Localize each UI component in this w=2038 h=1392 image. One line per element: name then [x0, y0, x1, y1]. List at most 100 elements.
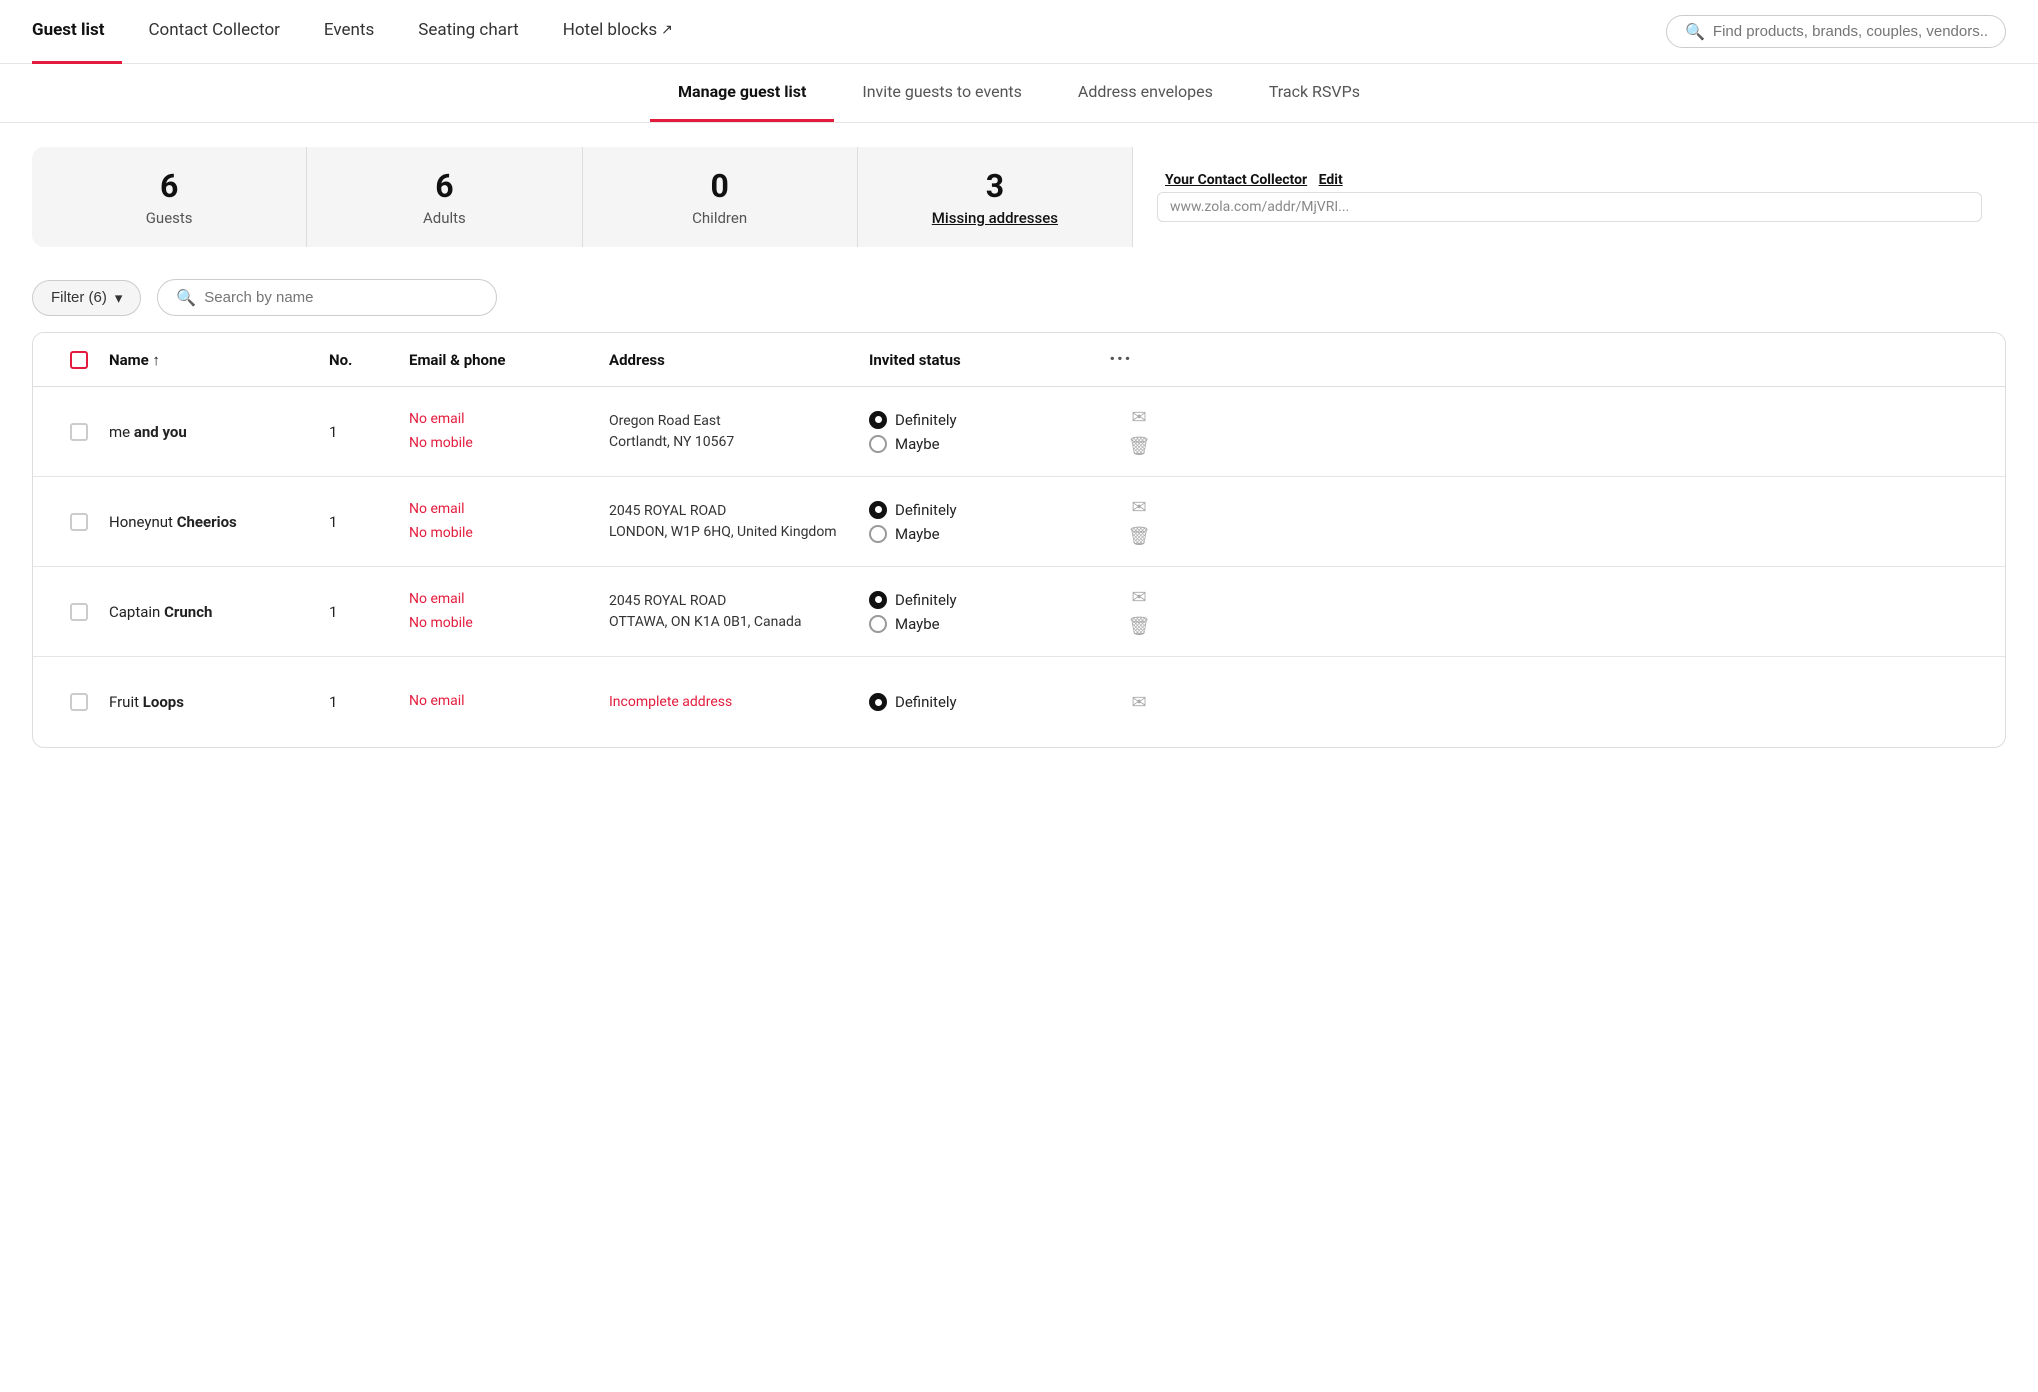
row0-maybe[interactable]: Maybe [869, 435, 1109, 453]
row3-address: Incomplete address [609, 692, 869, 713]
stats-bar: 6 Guests 6 Adults 0 Children 3 Missing a… [32, 147, 2006, 247]
external-link-icon: ↗ [661, 22, 673, 38]
sub-nav: Manage guest list Invite guests to event… [0, 64, 2038, 123]
global-search[interactable]: 🔍 [1666, 15, 2006, 48]
row3-name: Fruit Loops [109, 693, 329, 711]
row2-definitely[interactable]: Definitely [869, 591, 1109, 609]
col-header-more[interactable]: ··· [1109, 347, 1169, 372]
select-all-checkbox-col [49, 351, 109, 369]
col-header-name[interactable]: Name ↑ [109, 351, 329, 369]
row2-address: 2045 ROYAL ROAD OTTAWA, ON K1A 0B1, Cana… [609, 591, 869, 633]
row1-number: 1 [329, 513, 409, 531]
row3-definitely[interactable]: Definitely [869, 693, 1109, 711]
row0-definitely[interactable]: Definitely [869, 411, 1109, 429]
row0-maybe-radio[interactable] [869, 435, 887, 453]
row2-delete-icon[interactable]: 🗑 [1128, 616, 1151, 637]
guest-table: Name ↑ No. Email & phone Address Invited… [32, 332, 2006, 748]
col-header-email-phone: Email & phone [409, 351, 609, 369]
children-label: Children [692, 209, 747, 227]
filter-row: Filter (6) ▾ 🔍 [0, 271, 2038, 332]
global-search-input[interactable] [1713, 23, 1987, 40]
nav-item-hotel-blocks[interactable]: Hotel blocks ↗ [545, 0, 691, 64]
stat-missing: 3 Missing addresses [858, 147, 1132, 247]
row2-checkbox[interactable] [70, 603, 88, 621]
row2-number: 1 [329, 603, 409, 621]
row1-definitely[interactable]: Definitely [869, 501, 1109, 519]
row3-checkbox-col [49, 693, 109, 711]
missing-number: 3 [986, 167, 1004, 205]
nav-item-seating-chart[interactable]: Seating chart [400, 0, 536, 64]
contact-collector-heading: Your Contact Collector [1165, 172, 1307, 188]
row0-delete-icon[interactable]: 🗑 [1128, 436, 1151, 457]
row2-invited-status: Definitely Maybe [869, 591, 1109, 633]
row3-checkbox[interactable] [70, 693, 88, 711]
nav-item-events[interactable]: Events [306, 0, 392, 64]
top-nav: Guest list Contact Collector Events Seat… [0, 0, 2038, 64]
col-header-invited-status: Invited status [869, 351, 1109, 369]
search-icon: 🔍 [1685, 22, 1705, 41]
row2-actions: ✉ 🗑 [1109, 587, 1169, 637]
row1-email-phone: No email No mobile [409, 498, 609, 546]
row1-maybe-label: Maybe [895, 525, 940, 543]
table-row: Honeynut Cheerios 1 No email No mobile 2… [33, 477, 2005, 567]
row1-definitely-radio[interactable] [869, 501, 887, 519]
guests-number: 6 [160, 167, 178, 205]
row1-definitely-label: Definitely [895, 501, 957, 519]
row0-checkbox[interactable] [70, 423, 88, 441]
table-row: Captain Crunch 1 No email No mobile 2045… [33, 567, 2005, 657]
row0-email-icon[interactable]: ✉ [1131, 407, 1146, 428]
row0-address: Oregon Road East Cortlandt, NY 10567 [609, 411, 869, 453]
row0-number: 1 [329, 423, 409, 441]
row1-email-icon[interactable]: ✉ [1131, 497, 1146, 518]
search-icon: 🔍 [176, 288, 196, 307]
chevron-down-icon: ▾ [115, 289, 123, 307]
hotel-blocks-label: Hotel blocks [563, 20, 657, 40]
filter-button[interactable]: Filter (6) ▾ [32, 280, 141, 316]
sub-nav-invite[interactable]: Invite guests to events [834, 64, 1050, 122]
sub-nav-track[interactable]: Track RSVPs [1241, 64, 1388, 122]
row2-checkbox-col [49, 603, 109, 621]
row0-invited-status: Definitely Maybe [869, 411, 1109, 453]
row1-name: Honeynut Cheerios [109, 513, 329, 531]
row3-definitely-label: Definitely [895, 693, 957, 711]
stat-adults: 6 Adults [307, 147, 582, 247]
row3-email-icon[interactable]: ✉ [1131, 692, 1146, 713]
contact-collector-url: www.zola.com/addr/MjVRI... [1157, 192, 1982, 222]
contact-collector-edit[interactable]: Edit [1319, 172, 1343, 188]
row2-maybe[interactable]: Maybe [869, 615, 1109, 633]
table-header: Name ↑ No. Email & phone Address Invited… [33, 333, 2005, 387]
row2-maybe-label: Maybe [895, 615, 940, 633]
row2-maybe-radio[interactable] [869, 615, 887, 633]
row0-email-phone: No email No mobile [409, 408, 609, 456]
row2-definitely-radio[interactable] [869, 591, 887, 609]
search-box[interactable]: 🔍 [157, 279, 497, 316]
children-number: 0 [710, 167, 728, 205]
row3-email-phone: No email [409, 690, 609, 714]
sub-nav-address[interactable]: Address envelopes [1050, 64, 1241, 122]
row3-definitely-radio[interactable] [869, 693, 887, 711]
contact-collector-title: Your Contact Collector Edit [1157, 172, 1982, 188]
nav-item-contact-collector[interactable]: Contact Collector [130, 0, 297, 64]
row0-checkbox-col [49, 423, 109, 441]
adults-label: Adults [423, 209, 466, 227]
row1-delete-icon[interactable]: 🗑 [1128, 526, 1151, 547]
filter-label: Filter (6) [51, 289, 107, 306]
row3-number: 1 [329, 693, 409, 711]
row3-invited-status: Definitely [869, 693, 1109, 711]
row2-definitely-label: Definitely [895, 591, 957, 609]
stats-left: 6 Guests 6 Adults 0 Children 3 Missing a… [32, 147, 1132, 247]
select-all-checkbox[interactable] [70, 351, 88, 369]
row2-email-phone: No email No mobile [409, 588, 609, 636]
row1-maybe-radio[interactable] [869, 525, 887, 543]
missing-label[interactable]: Missing addresses [932, 209, 1058, 227]
row2-email-icon[interactable]: ✉ [1131, 587, 1146, 608]
stat-guests: 6 Guests [32, 147, 307, 247]
row0-definitely-label: Definitely [895, 411, 957, 429]
row1-maybe[interactable]: Maybe [869, 525, 1109, 543]
nav-item-guest-list[interactable]: Guest list [32, 0, 122, 64]
row3-actions: ✉ [1109, 692, 1169, 713]
sub-nav-manage[interactable]: Manage guest list [650, 64, 834, 122]
search-input[interactable] [204, 289, 478, 306]
row1-checkbox[interactable] [70, 513, 88, 531]
row0-definitely-radio[interactable] [869, 411, 887, 429]
